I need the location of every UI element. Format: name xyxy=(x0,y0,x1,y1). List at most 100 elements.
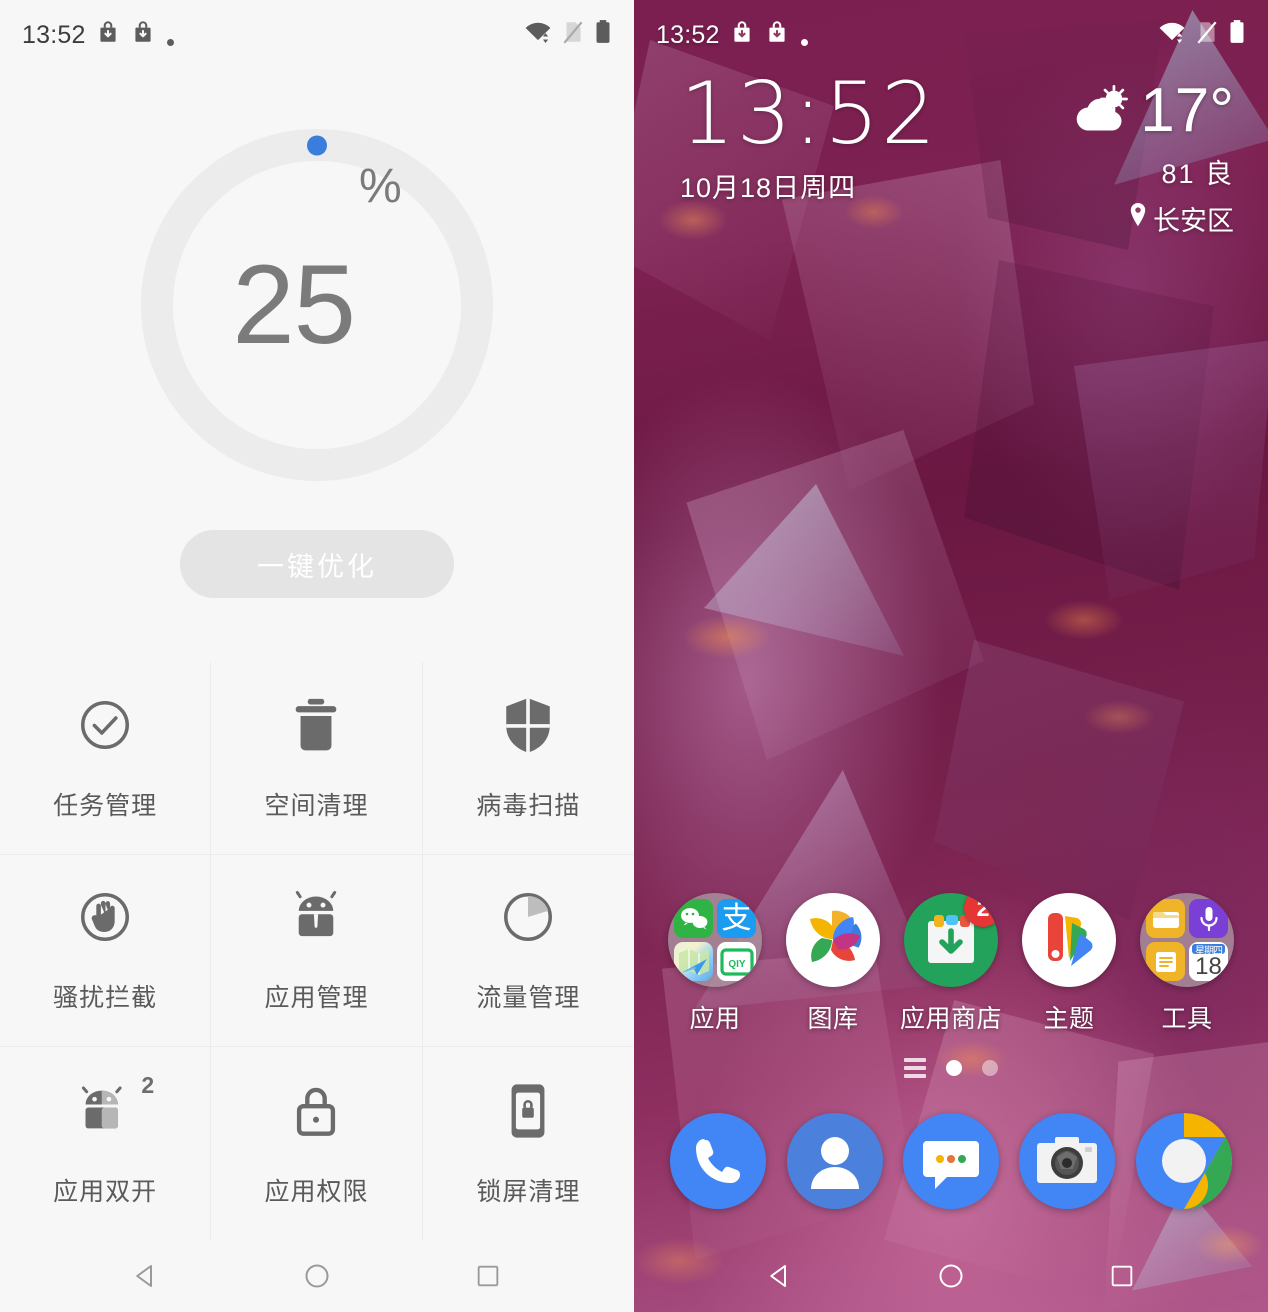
feature-label: 空间清理 xyxy=(264,791,369,820)
status-bar-right-group xyxy=(1158,19,1246,52)
file-manager-icon xyxy=(1146,899,1185,938)
small-dot-icon xyxy=(166,38,174,46)
clock-time: 13:52 xyxy=(680,64,938,164)
check-circle-icon xyxy=(74,694,136,756)
home-screen: 13:52 13:52 10月18日周四 17° 81 良 长安区 支 QIY … xyxy=(634,0,1268,1312)
app-label: 主题 xyxy=(1043,1005,1095,1033)
page-dot-active[interactable] xyxy=(946,1060,962,1076)
clock-date: 10月18日周四 xyxy=(680,173,857,204)
app-row: 支 QIY 应用 图库 2 应用商店 主题 星期四 18 工具 xyxy=(634,893,1268,1035)
weather-main-row: 17° xyxy=(1072,80,1234,142)
feature-lockscreen-clean[interactable]: 锁屏清理 xyxy=(423,1047,634,1240)
app-store-bag-icon: 2 xyxy=(904,893,998,987)
nav-back-button[interactable] xyxy=(743,1240,817,1312)
feature-data-manager[interactable]: 流量管理 xyxy=(422,855,634,1048)
phone-icon[interactable] xyxy=(670,1113,767,1209)
download-bag-icon xyxy=(95,19,121,52)
navigation-bar-left xyxy=(0,1240,634,1312)
alipay-icon: 支 xyxy=(717,899,756,938)
shield-icon xyxy=(497,694,559,756)
weather-widget[interactable]: 17° 81 良 长安区 xyxy=(1072,80,1234,238)
camera-icon[interactable] xyxy=(1019,1113,1116,1209)
gauge-unit: % xyxy=(358,160,402,213)
weather-temperature: 17° xyxy=(1140,76,1234,145)
gauge-value: 25 xyxy=(232,242,356,367)
android-clone-icon: 2 xyxy=(74,1072,154,1142)
gallery-pinwheel-icon xyxy=(786,893,880,987)
app-folder-apps[interactable]: 支 QIY 应用 xyxy=(663,893,767,1035)
sim-card-off-icon xyxy=(562,19,584,52)
app-gallery[interactable]: 图库 xyxy=(781,893,885,1035)
browser-icon[interactable] xyxy=(1135,1113,1232,1209)
small-dot-icon xyxy=(800,38,808,46)
phone-lock-icon xyxy=(497,1080,559,1142)
status-bar-right-group xyxy=(524,19,612,52)
status-bar-clock: 13:52 xyxy=(656,20,720,49)
feature-label: 应用权限 xyxy=(264,1177,369,1206)
navigation-bar-right xyxy=(634,1240,1268,1312)
status-bar-left-group: 13:52 xyxy=(656,19,808,52)
nav-back-button[interactable] xyxy=(109,1240,183,1312)
status-bar-clock: 13:52 xyxy=(22,20,86,49)
security-app-screen: 13:52 25 % 一键优化 任务管理 空间清理 病毒扫描 骚扰拦截 应用管理… xyxy=(0,0,634,1312)
feature-label: 流量管理 xyxy=(476,984,581,1013)
download-bag-icon xyxy=(764,19,790,52)
tools-folder-icon: 星期四 18 xyxy=(1140,893,1234,987)
wifi-transfer-icon xyxy=(524,19,552,52)
maps-icon xyxy=(674,942,713,981)
battery-icon xyxy=(1228,19,1246,52)
clock-widget[interactable]: 13:52 10月18日周四 xyxy=(680,64,938,205)
nav-recents-button[interactable] xyxy=(451,1240,525,1312)
download-bag-icon xyxy=(729,19,755,52)
feature-task-manager[interactable]: 任务管理 xyxy=(0,662,212,855)
svg-text:QIY: QIY xyxy=(728,959,746,970)
message-bubble-icon[interactable] xyxy=(902,1113,999,1209)
app-label: 应用 xyxy=(689,1005,741,1033)
status-bar-left: 13:52 xyxy=(0,0,634,70)
partly-cloudy-icon xyxy=(1072,84,1134,138)
wechat-icon xyxy=(674,899,713,938)
feature-app-clone[interactable]: 2 应用双开 xyxy=(0,1047,212,1240)
feature-label: 锁屏清理 xyxy=(476,1177,581,1206)
recorder-icon xyxy=(1189,899,1228,938)
app-label: 图库 xyxy=(807,1005,859,1033)
weather-aqi: 81 良 xyxy=(1161,159,1234,189)
feature-app-manager[interactable]: 应用管理 xyxy=(211,854,423,1048)
all-apps-lines-icon[interactable] xyxy=(904,1058,926,1078)
optimization-gauge-area: 25 % xyxy=(0,70,634,540)
app-theme[interactable]: 主题 xyxy=(1017,893,1121,1035)
nav-recents-button[interactable] xyxy=(1085,1240,1159,1312)
lock-icon xyxy=(285,1080,347,1142)
feature-space-clean[interactable]: 空间清理 xyxy=(211,662,423,855)
app-badge: 2 xyxy=(964,893,998,927)
one-click-optimize-button[interactable]: 一键优化 xyxy=(180,530,454,598)
feature-app-permissions[interactable]: 应用权限 xyxy=(211,1047,423,1240)
app-tools[interactable]: 星期四 18 工具 xyxy=(1135,893,1239,1035)
app-store[interactable]: 2 应用商店 xyxy=(899,893,1003,1035)
optimize-button-area: 一键优化 xyxy=(0,530,634,598)
feature-label: 病毒扫描 xyxy=(476,791,581,820)
app-label: 应用商店 xyxy=(899,1005,1002,1033)
iqiyi-icon: QIY xyxy=(717,942,756,981)
feature-virus-scan[interactable]: 病毒扫描 xyxy=(422,662,634,855)
status-bar-left-group: 13:52 xyxy=(22,19,174,52)
app-label: 工具 xyxy=(1161,1005,1213,1033)
feature-label: 骚扰拦截 xyxy=(53,984,158,1013)
weather-location: 长安区 xyxy=(1153,206,1234,236)
trash-icon xyxy=(285,694,347,756)
page-dot[interactable] xyxy=(982,1060,998,1076)
app-folder-icon: 支 QIY xyxy=(668,893,762,987)
nav-home-button[interactable] xyxy=(914,1240,988,1312)
progress-ring: 25 % xyxy=(141,129,493,481)
location-pin-icon xyxy=(1128,202,1148,235)
theme-fan-icon xyxy=(1022,893,1116,987)
dual-screenshot-stage: 13:52 25 % 一键优化 任务管理 空间清理 病毒扫描 骚扰拦截 应用管理… xyxy=(0,0,1268,1312)
feature-label: 应用双开 xyxy=(53,1177,158,1206)
nav-home-button[interactable] xyxy=(280,1240,354,1312)
data-pie-icon xyxy=(497,886,559,948)
contacts-icon[interactable] xyxy=(786,1113,883,1209)
android-robot-icon xyxy=(285,886,347,948)
gauge-value-group: 25 % xyxy=(141,129,493,481)
feature-harassment-block[interactable]: 骚扰拦截 xyxy=(0,854,212,1048)
notes-icon xyxy=(1146,942,1185,981)
